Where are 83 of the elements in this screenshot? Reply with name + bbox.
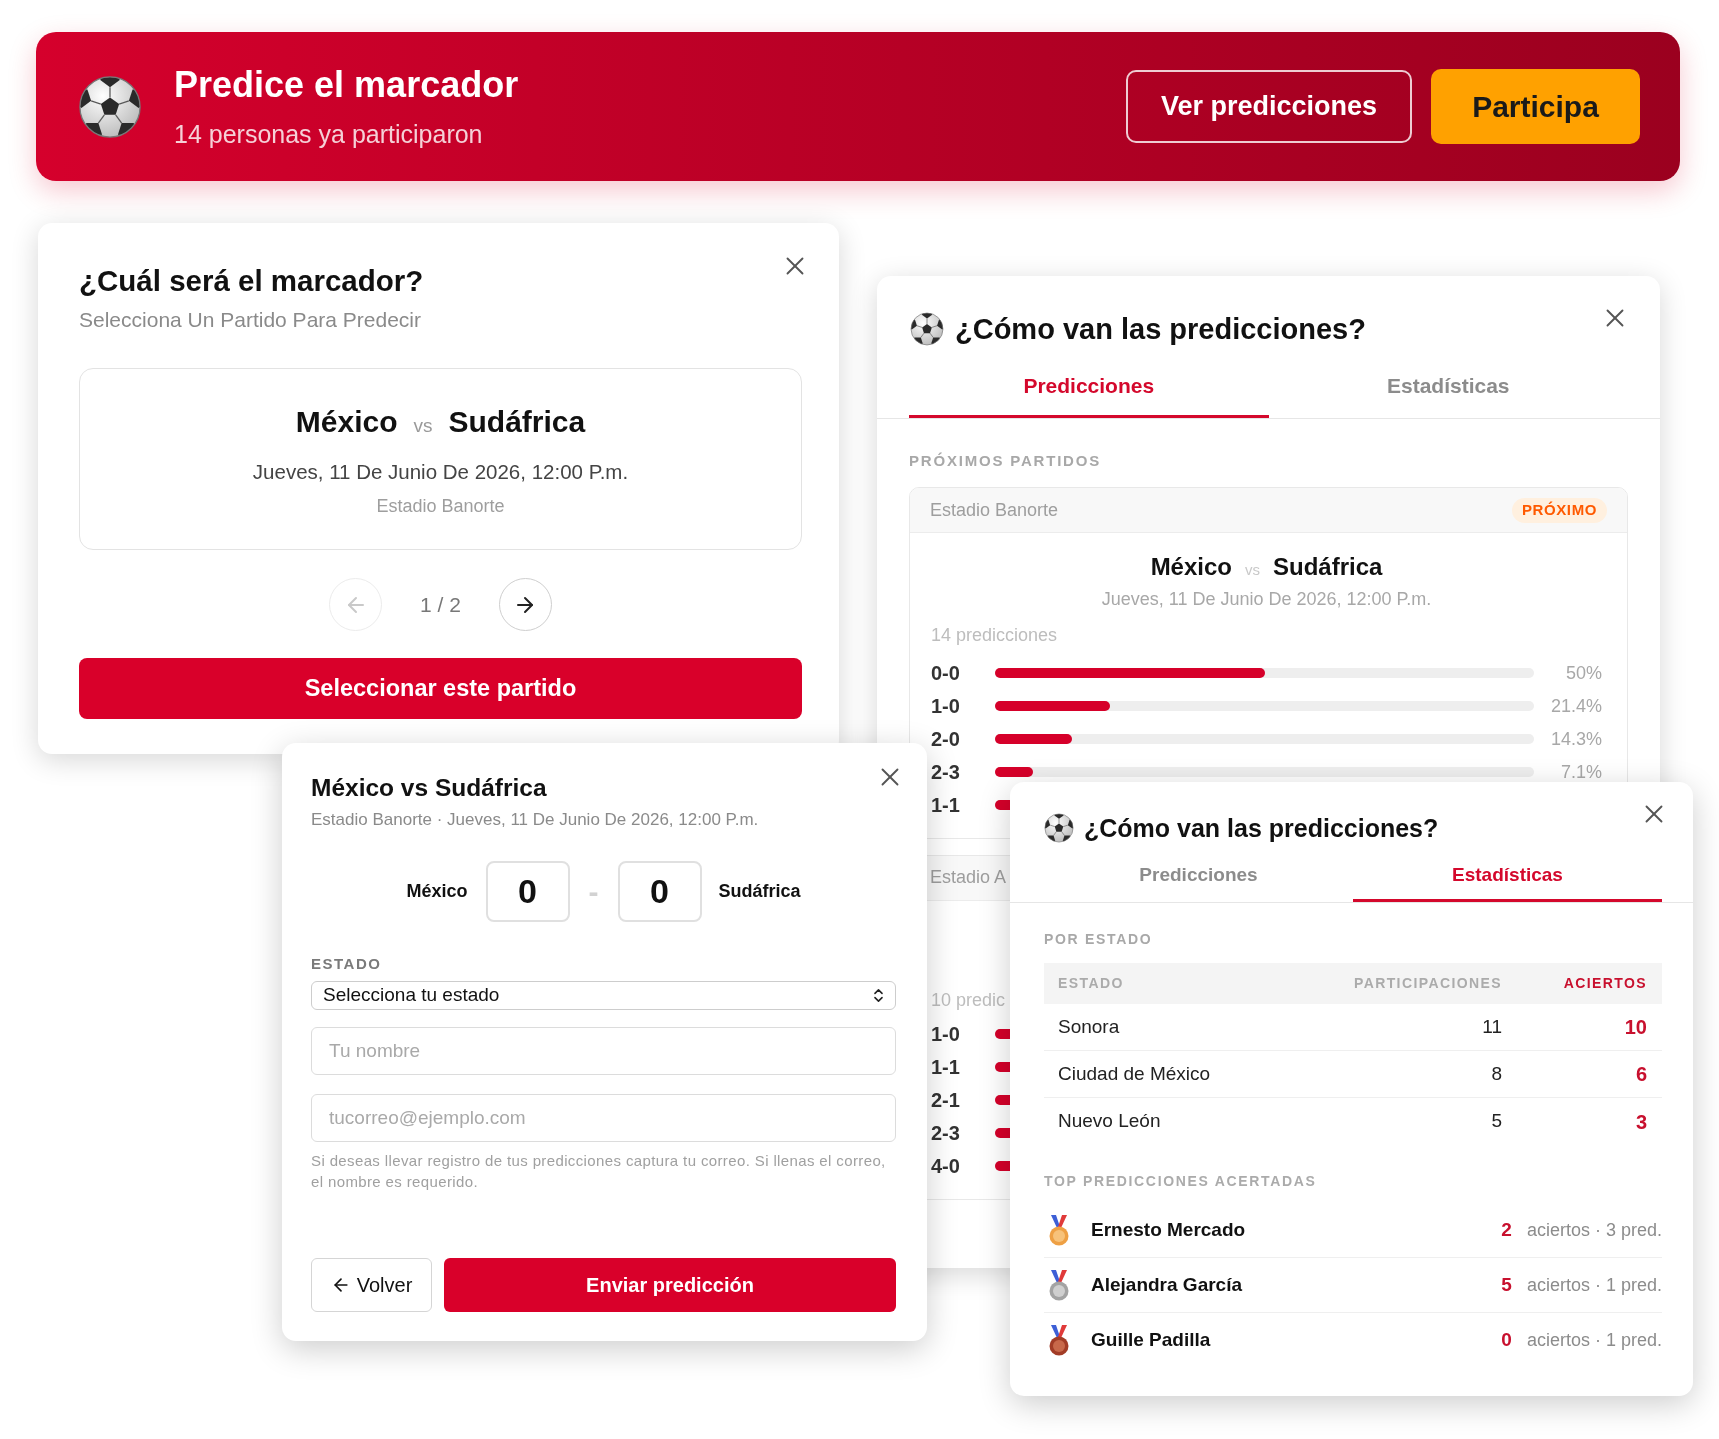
percentage: 14.3% [1550, 730, 1602, 748]
team-name: Sudáfrica [718, 880, 801, 903]
form-subtitle: Estadio Banorte · Jueves, 11 De Junio De 2026, 12:00 P.m. [311, 810, 759, 830]
participant-name: Alejandra García [1091, 1272, 1243, 1297]
score-label: 1-0 [931, 695, 961, 717]
help-text: Si deseas llevar registro de tus predicciones captura tu correo. Si llenas el correo, el nombre es requerido. [311, 1151, 887, 1192]
dialog-title: ¿Cuál será el marcador? [79, 263, 424, 299]
venue: Estadio Banorte [930, 498, 1059, 522]
column-header: ACIERTOS [1562, 974, 1647, 993]
hits-detail: aciertos · 3 pred. [1526, 1218, 1662, 1242]
column-header: ESTADO [1058, 974, 1125, 993]
score-separator: - [588, 876, 599, 907]
section-heading: POR ESTADO [1044, 931, 1153, 947]
banner-subtitle: 14 personas ya participaron [174, 118, 484, 149]
tab[interactable]: Predicciones [909, 357, 1269, 418]
score-label: 2-0 [931, 728, 961, 750]
score-input[interactable]: 0 [617, 861, 702, 922]
soccer-ball-icon [910, 312, 944, 346]
score-label: 2-3 [931, 1122, 961, 1144]
score-label: 2-1 [931, 1089, 961, 1111]
back-button[interactable]: Volver [311, 1258, 432, 1312]
page-indicator: 1 / 2 [420, 591, 461, 618]
submit-button[interactable]: Enviar predicción [444, 1258, 896, 1312]
view-predictions-button[interactable]: Ver predicciones [1126, 70, 1412, 143]
soccer-ball-icon [78, 74, 142, 139]
venue: Estadio Banorte [376, 494, 505, 517]
table-cell-text: 3 [1634, 1109, 1647, 1135]
select-match-button[interactable]: Seleccionar este partido [79, 658, 802, 719]
score-label: 1-1 [931, 794, 961, 816]
venue: Estadio A [930, 866, 1007, 889]
percentage: 50% [1565, 664, 1602, 682]
hits-count: 0 [1501, 1328, 1512, 1353]
score-input[interactable]: 0 [485, 861, 570, 922]
participant-name: Guille Padilla [1091, 1328, 1211, 1353]
team-name: Sudáfrica [1273, 553, 1383, 581]
status-badge: PRÓXIMO [1511, 497, 1607, 523]
match-date: Jueves, 11 De Junio De 2026, 12:00 P.m. [252, 459, 629, 484]
match-date: Jueves, 11 De Junio De 2026, 12:00 P.m. [1101, 587, 1432, 610]
column-header: PARTICIPACIONES [1352, 974, 1502, 993]
medal-icon [1048, 1325, 1070, 1356]
table-cell-text: Nuevo León [1058, 1109, 1162, 1134]
team-name: Sudáfrica [448, 404, 586, 440]
section-heading: PRÓXIMOS PARTIDOS [909, 452, 1101, 469]
hits-detail: aciertos · 1 pred. [1526, 1273, 1662, 1297]
table-cell-text: Sonora [1058, 1014, 1121, 1039]
score-label: 2-3 [931, 761, 961, 783]
form-title: México vs Sudáfrica [311, 773, 548, 803]
soccer-ball-icon [1044, 813, 1074, 843]
email-input[interactable]: tucorreo@ejemplo.com [311, 1094, 896, 1142]
participate-button[interactable]: Participa [1431, 69, 1640, 144]
versus-label: vs [413, 414, 433, 438]
prediction-count: 14 predicciones [931, 624, 1058, 645]
participant-name: Ernesto Mercado [1091, 1217, 1246, 1242]
hits-count: 2 [1501, 1217, 1512, 1242]
table-cell-text: 6 [1634, 1062, 1647, 1087]
table-cell-text: 11 [1481, 1014, 1502, 1039]
table-cell-text: 5 [1490, 1109, 1502, 1134]
table-cell-text: Ciudad de México [1058, 1061, 1212, 1086]
team-name: México [406, 880, 468, 903]
score-label: 0-0 [931, 662, 961, 684]
score-label: 1-0 [931, 1023, 961, 1045]
score-label: 4-0 [931, 1155, 961, 1177]
section-heading: TOP PREDICCIONES ACERTADAS [1044, 1173, 1317, 1189]
name-input[interactable]: Tu nombre [311, 1027, 896, 1075]
table-cell-text: 10 [1623, 1015, 1647, 1040]
team-name: México [1150, 553, 1232, 581]
percentage: 7.1% [1560, 763, 1602, 781]
dialog-subtitle: Selecciona Un Partido Para Predecir [79, 308, 422, 332]
medal-icon [1048, 1214, 1070, 1246]
medal-icon [1048, 1269, 1070, 1301]
dialog-title: ¿Cómo van las predicciones? [1084, 813, 1439, 844]
tab[interactable]: Estadísticas [1353, 854, 1662, 902]
field-label: ESTADO [311, 955, 382, 972]
score-label: 1-1 [931, 1056, 961, 1078]
prediction-count: 10 predic [931, 989, 1006, 1010]
state-select[interactable]: Selecciona tu estado [311, 981, 896, 1010]
table-cell-text: 8 [1490, 1061, 1502, 1086]
banner-title: Predice el marcador [174, 64, 519, 105]
hits-detail: aciertos · 1 pred. [1526, 1329, 1662, 1352]
hits-count: 5 [1501, 1272, 1512, 1297]
percentage: 21.4% [1550, 697, 1602, 715]
team-name: México [295, 404, 398, 440]
dialog-title: ¿Cómo van las predicciones? [955, 312, 1366, 347]
